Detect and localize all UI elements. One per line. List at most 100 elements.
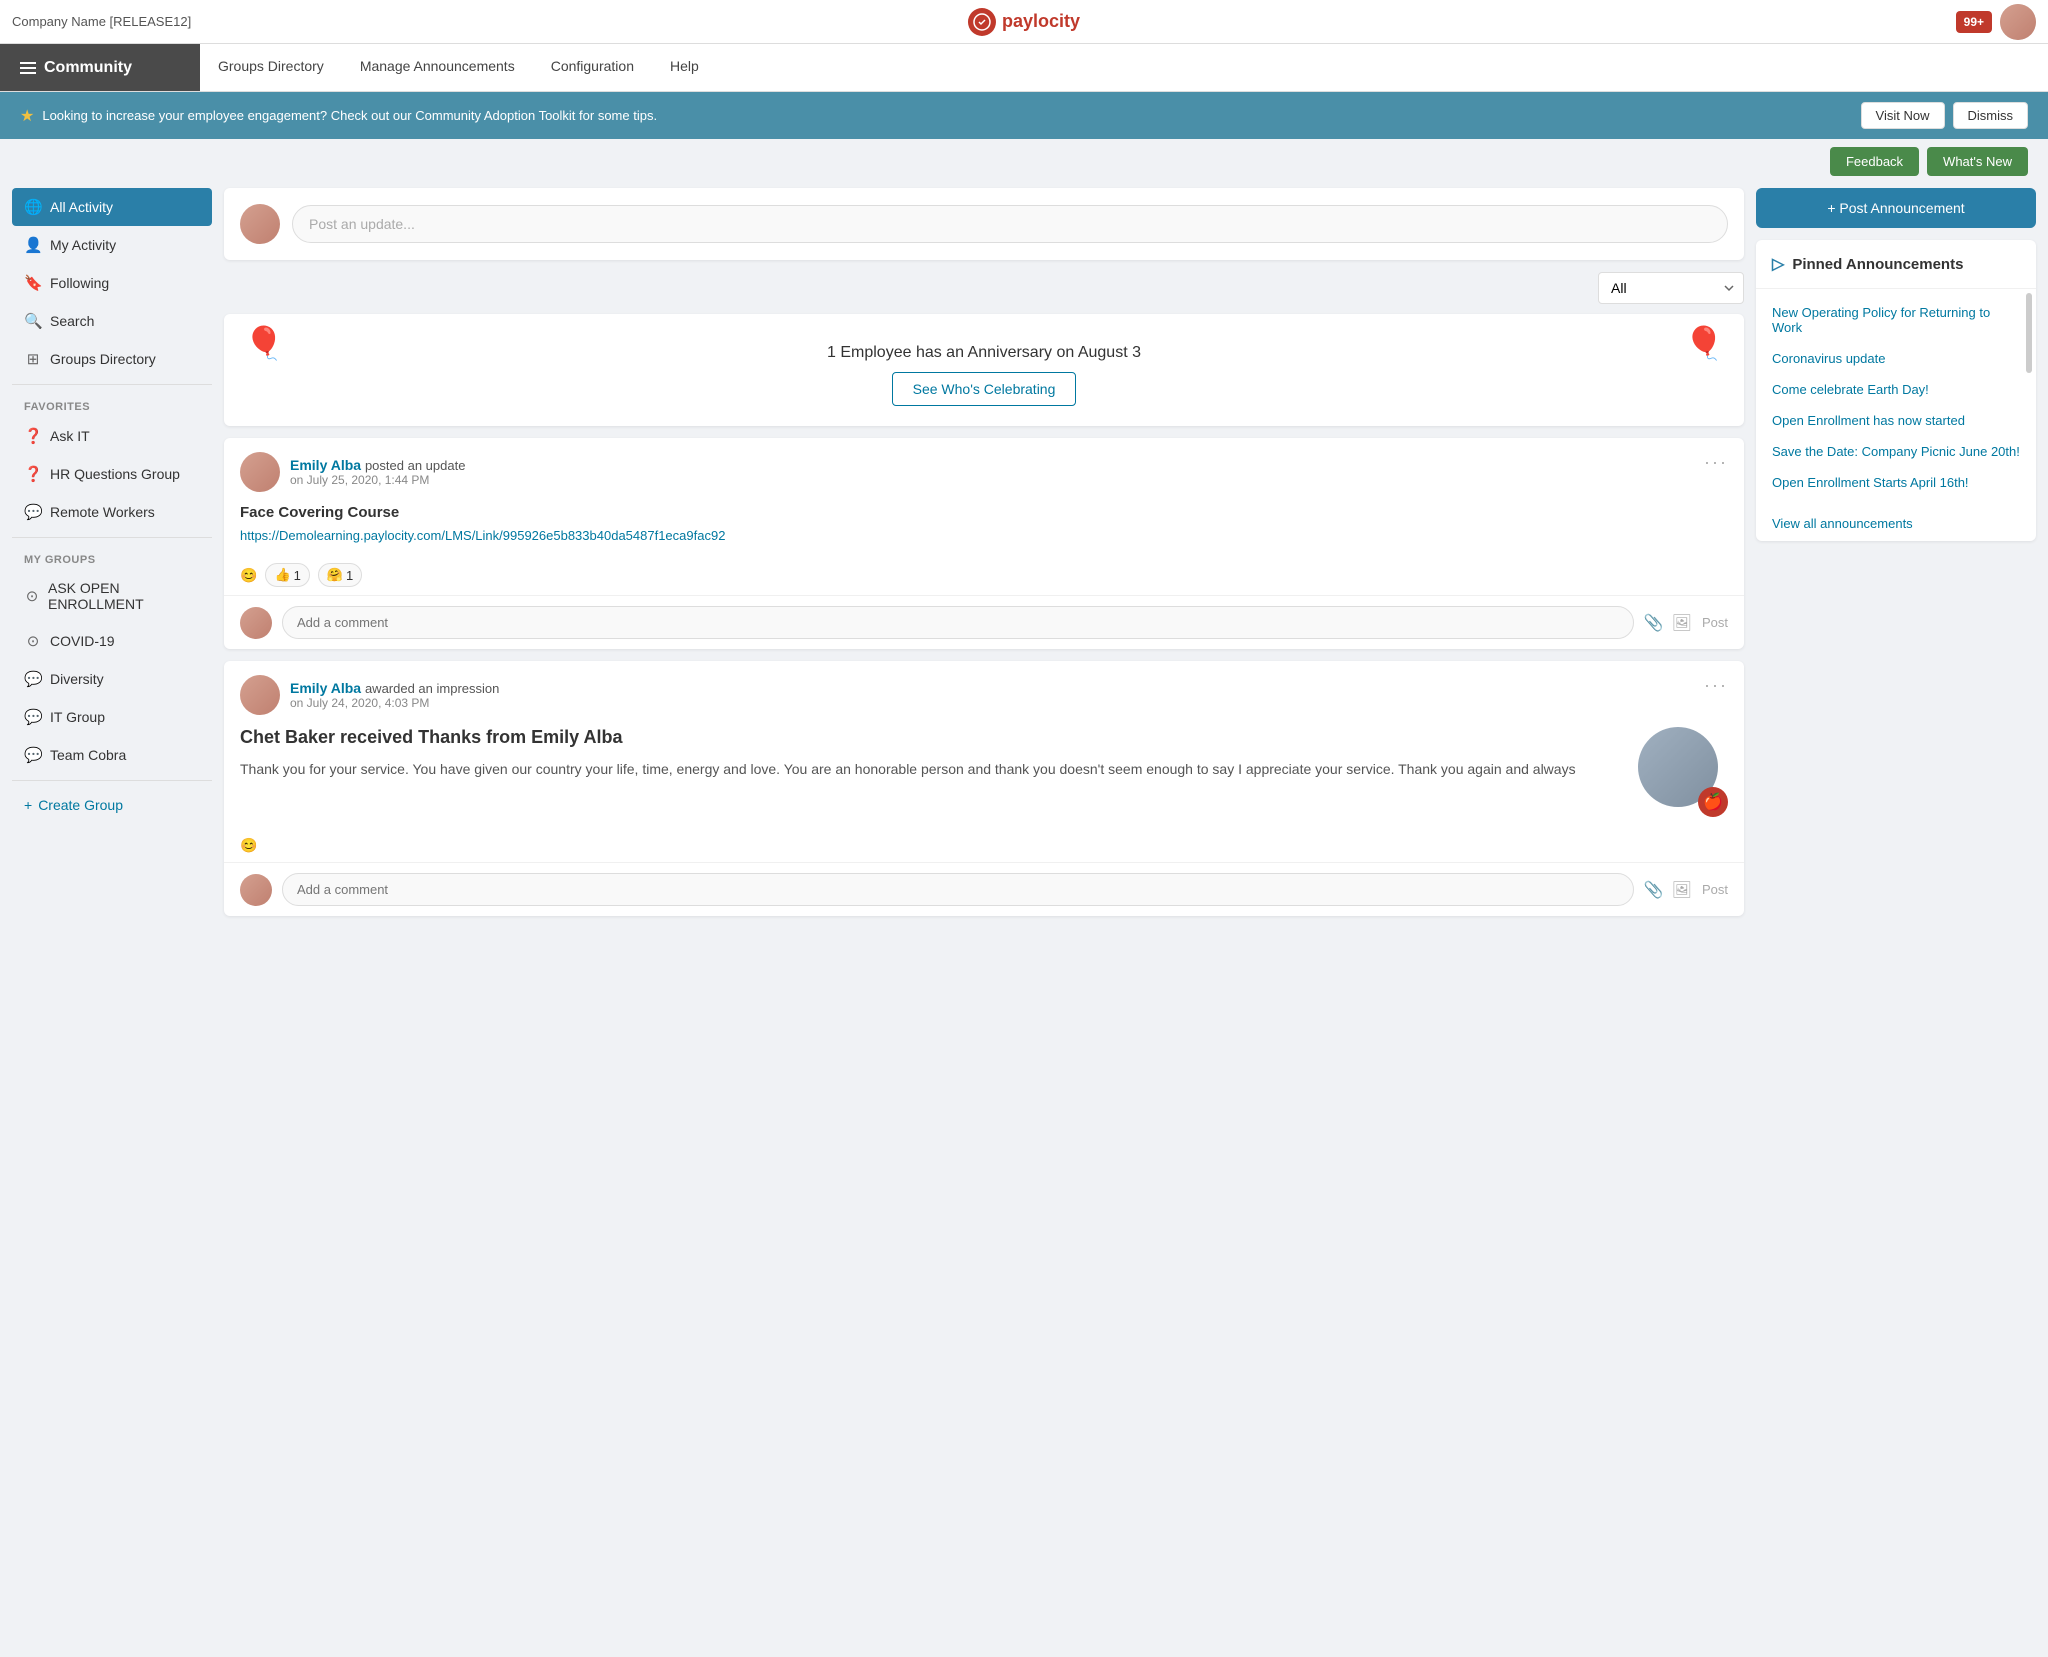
- hamburger-icon[interactable]: [20, 62, 36, 74]
- user-avatar[interactable]: [2000, 4, 2036, 40]
- pinned-item-1[interactable]: Coronavirus update: [1756, 343, 2036, 374]
- whats-new-button[interactable]: What's New: [1927, 147, 2028, 176]
- post-2-action: awarded an impression: [365, 681, 499, 696]
- post-2-reactions: 😊: [224, 829, 1744, 862]
- post-1-reactions: 😊 👍 1 🤗 1: [224, 555, 1744, 595]
- image-icon-2[interactable]: 🖼: [1672, 880, 1692, 900]
- post-2-meta: Emily Alba awarded an impression on July…: [290, 680, 499, 710]
- post-1-link[interactable]: https://Demolearning.paylocity.com/LMS/L…: [240, 528, 725, 543]
- main-layout: 🌐 All Activity 👤 My Activity 🔖 Following…: [0, 176, 2048, 928]
- balloon-left: 🎈: [244, 324, 284, 362]
- post-announcement-button[interactable]: + Post Announcement: [1756, 188, 2036, 228]
- image-icon-1[interactable]: 🖼: [1672, 613, 1692, 633]
- attachment-icon-1[interactable]: 📎: [1644, 613, 1664, 633]
- sidebar-item-all-activity[interactable]: 🌐 All Activity: [12, 188, 212, 226]
- sidebar-item-hr-questions[interactable]: ❓ HR Questions Group: [12, 455, 212, 493]
- pinned-item-4[interactable]: Save the Date: Company Picnic June 20th!: [1756, 436, 2036, 467]
- post-2-header: Emily Alba awarded an impression on July…: [224, 661, 1744, 715]
- pinned-announcements-section: ▷ Pinned Announcements New Operating Pol…: [1756, 240, 2036, 541]
- post-1-user-info: Emily Alba posted an update on July 25, …: [240, 452, 465, 492]
- feedback-button[interactable]: Feedback: [1830, 147, 1919, 176]
- logo-icon: [968, 8, 996, 36]
- sidebar-item-diversity[interactable]: 💬 Diversity: [12, 660, 212, 698]
- comment-input-1[interactable]: [282, 606, 1634, 639]
- add-reaction-icon-1[interactable]: 😊: [240, 567, 257, 584]
- hug-count: 1: [346, 568, 353, 583]
- feed-filter-select[interactable]: All Posts Announcements Impressions: [1598, 272, 1744, 304]
- post-update-box: Post an update...: [224, 188, 1744, 260]
- impression-title: Chet Baker received Thanks from Emily Al…: [240, 727, 1622, 748]
- sidebar-divider-3: [12, 780, 212, 781]
- pinned-list: New Operating Policy for Returning to Wo…: [1756, 289, 2036, 506]
- pinned-item-5[interactable]: Open Enrollment Starts April 16th!: [1756, 467, 2036, 498]
- avatar-image: [2000, 4, 2036, 40]
- post-2-more-button[interactable]: ···: [1704, 675, 1728, 696]
- sidebar-item-it-group[interactable]: 💬 IT Group: [12, 698, 212, 736]
- community-nav-item[interactable]: Community: [0, 44, 200, 91]
- attachment-icon-2[interactable]: 📎: [1644, 880, 1664, 900]
- sidebar-item-groups-directory[interactable]: ⊞ Groups Directory: [12, 340, 212, 378]
- anniversary-card: 🎈 🎈 1 Employee has an Anniversary on Aug…: [224, 314, 1744, 426]
- add-reaction-icon-2[interactable]: 😊: [240, 837, 257, 854]
- nav-bar: Community Groups Directory Manage Announ…: [0, 44, 2048, 92]
- post-1-content: Face Covering Course https://Demolearnin…: [224, 492, 1744, 555]
- banner-text-container: ★ Looking to increase your employee enga…: [20, 106, 657, 126]
- sidebar-item-my-activity[interactable]: 👤 My Activity: [12, 226, 212, 264]
- pinned-item-3[interactable]: Open Enrollment has now started: [1756, 405, 2036, 436]
- emily-alba-avatar-2: [240, 675, 280, 715]
- dismiss-button[interactable]: Dismiss: [1953, 102, 2029, 129]
- sidebar-item-remote-workers[interactable]: 💬 Remote Workers: [12, 493, 212, 531]
- view-all-announcements-link[interactable]: View all announcements: [1756, 506, 2036, 541]
- anniversary-text: 1 Employee has an Anniversary on August …: [244, 344, 1724, 362]
- post-1-more-button[interactable]: ···: [1704, 452, 1728, 473]
- post-2-author: Emily Alba awarded an impression: [290, 680, 499, 696]
- feed-post-2: Emily Alba awarded an impression on July…: [224, 661, 1744, 916]
- feed-post-1: Emily Alba posted an update on July 25, …: [224, 438, 1744, 649]
- logo-container: paylocity: [968, 8, 1080, 36]
- circle-q-icon: ⊙: [24, 587, 40, 605]
- nav-configuration[interactable]: Configuration: [533, 44, 652, 91]
- post-1-date: on July 25, 2020, 1:44 PM: [290, 473, 465, 487]
- sidebar-divider-1: [12, 384, 212, 385]
- top-bar: Company Name [RELEASE12] paylocity 99+: [0, 0, 2048, 44]
- visit-now-button[interactable]: Visit Now: [1861, 102, 1945, 129]
- hug-emoji: 🤗: [327, 567, 343, 583]
- post-1-action: posted an update: [365, 458, 465, 473]
- nav-manage-announcements[interactable]: Manage Announcements: [342, 44, 533, 91]
- banner-star-icon: ★: [20, 106, 34, 126]
- thumbsup-emoji: 👍: [274, 567, 290, 583]
- pinned-item-0[interactable]: New Operating Policy for Returning to Wo…: [1756, 297, 2036, 343]
- notification-badge[interactable]: 99+: [1956, 11, 1992, 33]
- hug-reaction-1[interactable]: 🤗 1: [318, 563, 362, 587]
- thumbsup-count: 1: [294, 568, 301, 583]
- post-1-header: Emily Alba posted an update on July 25, …: [224, 438, 1744, 492]
- post-update-input[interactable]: Post an update...: [292, 205, 1728, 243]
- see-who-celebrating-button[interactable]: See Who's Celebrating: [892, 372, 1077, 406]
- nav-groups-directory[interactable]: Groups Directory: [200, 44, 342, 91]
- sidebar-item-search[interactable]: 🔍 Search: [12, 302, 212, 340]
- sidebar-item-ask-it[interactable]: ❓ Ask IT: [12, 417, 212, 455]
- post-2-content: Chet Baker received Thanks from Emily Al…: [224, 715, 1744, 829]
- sidebar-item-ask-open-enrollment[interactable]: ⊙ ASK OPEN ENROLLMENT: [12, 570, 212, 622]
- create-group-link[interactable]: + Create Group: [12, 787, 212, 823]
- circle-q-icon-2: ⊙: [24, 632, 42, 650]
- post-1-comment-box: 📎 🖼 Post: [224, 595, 1744, 649]
- comment-icons-1: 📎 🖼: [1644, 613, 1692, 633]
- banner-buttons: Visit Now Dismiss: [1861, 102, 2028, 129]
- pinned-item-2[interactable]: Come celebrate Earth Day!: [1756, 374, 2036, 405]
- post-1-title: Face Covering Course: [240, 504, 1728, 521]
- sidebar-item-team-cobra[interactable]: 💬 Team Cobra: [12, 736, 212, 774]
- search-icon: 🔍: [24, 312, 42, 330]
- comment-input-2[interactable]: [282, 873, 1634, 906]
- sidebar-item-covid19[interactable]: ⊙ COVID-19: [12, 622, 212, 660]
- comment-post-button-2[interactable]: Post: [1702, 882, 1728, 897]
- right-panel: + Post Announcement ▷ Pinned Announcemen…: [1756, 188, 2036, 928]
- sidebar-item-following[interactable]: 🔖 Following: [12, 264, 212, 302]
- sidebar: 🌐 All Activity 👤 My Activity 🔖 Following…: [12, 188, 212, 928]
- community-label: Community: [44, 59, 132, 77]
- grid-icon: ⊞: [24, 350, 42, 368]
- thumbsup-reaction-1[interactable]: 👍 1: [265, 563, 309, 587]
- post-2-user-info: Emily Alba awarded an impression on July…: [240, 675, 499, 715]
- comment-post-button-1[interactable]: Post: [1702, 615, 1728, 630]
- nav-help[interactable]: Help: [652, 44, 717, 91]
